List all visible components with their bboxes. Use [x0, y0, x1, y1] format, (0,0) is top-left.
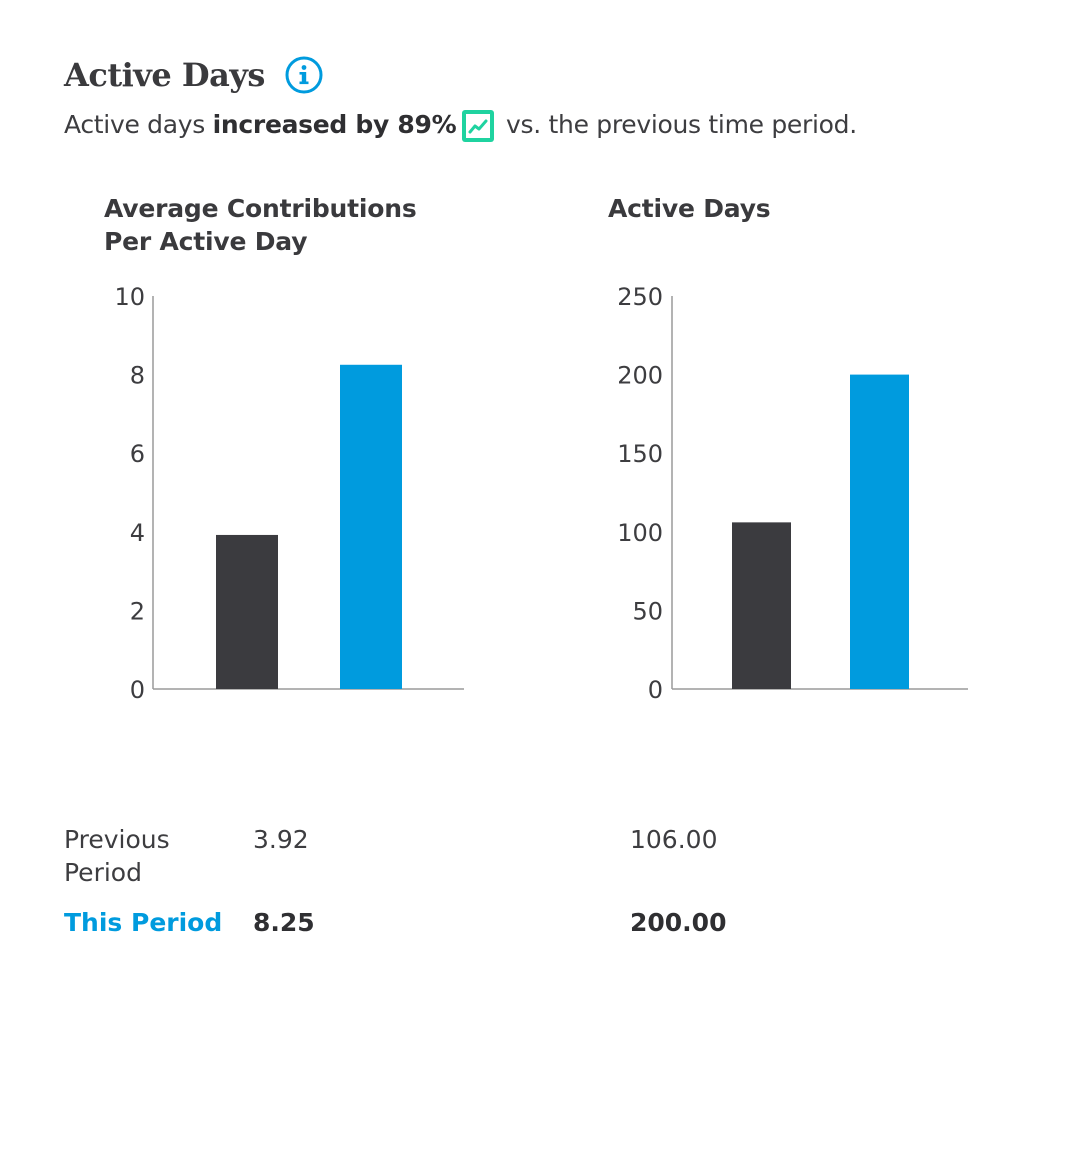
chart2-y-tick-label: 100 [617, 519, 663, 547]
chart1-y-tick-label: 0 [130, 676, 145, 704]
chart2-bar-this [850, 374, 909, 689]
chart1-bar-previous [216, 534, 278, 689]
chart2-previous-value: 106.00 [630, 825, 718, 854]
chart2-bar-previous [732, 522, 791, 689]
chart1-y-tick-label: 6 [130, 440, 145, 468]
chart1-y-tick-label: 4 [130, 519, 145, 547]
chart1-y-tick-label: 8 [130, 362, 145, 390]
chart1-y-tick-label: 2 [130, 597, 145, 625]
chart2-y-tick-label: 200 [617, 362, 663, 390]
this-period-label: This Period [64, 908, 223, 937]
chart2-y-tick-label: 250 [617, 283, 663, 311]
chart1-previous-value: 3.92 [253, 825, 309, 854]
chart1-bar-this [340, 364, 402, 689]
chart2-y-tick-label: 50 [632, 597, 663, 625]
chart2-y-tick-label: 150 [617, 440, 663, 468]
chart2-this-value: 200.00 [630, 908, 727, 937]
chart2-y-tick-label: 0 [648, 676, 663, 704]
chart1-this-value: 8.25 [253, 908, 315, 937]
bar-charts: 0246810050100150200250 [114, 283, 968, 704]
chart1-y-tick-label: 10 [114, 283, 145, 311]
previous-period-label: Previous Period [64, 825, 170, 887]
